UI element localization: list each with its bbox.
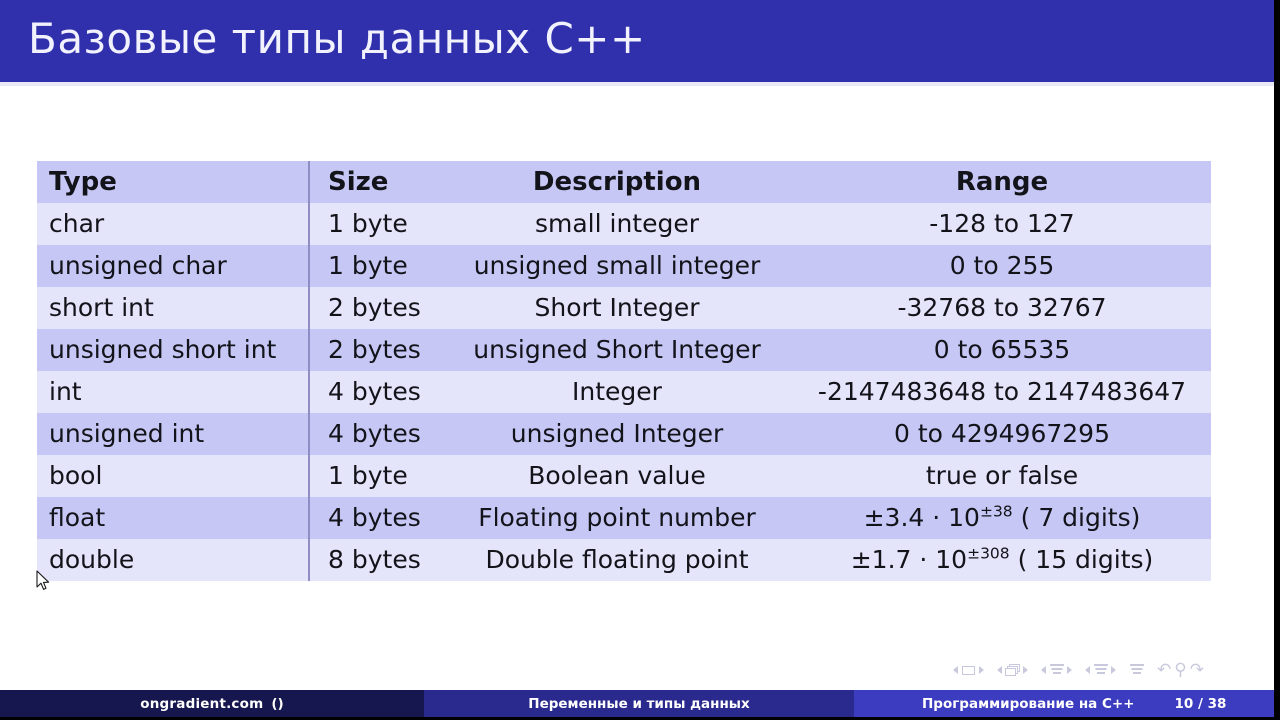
cell-size: 2 bytes: [309, 287, 441, 329]
previous-section-arrow-icon[interactable]: [1085, 666, 1091, 674]
cell-description: unsigned Short Integer: [441, 329, 793, 371]
cell-type: short int: [37, 287, 310, 329]
cell-range: true or false: [793, 455, 1211, 497]
footer-title-segment: Программирование на C++ 10 / 38: [854, 690, 1280, 717]
table-row: unsigned short int 2 bytes unsigned Shor…: [37, 329, 1211, 371]
subsection-icon[interactable]: [1049, 664, 1064, 676]
cell-range: -2147483648 to 2147483647: [793, 371, 1211, 413]
cell-description: Floating point number: [441, 497, 793, 539]
cell-size: 4 bytes: [309, 497, 441, 539]
footer-page-number: 10 / 38: [1174, 695, 1227, 712]
range-mantissa: ±1.7 · 10: [850, 545, 968, 574]
cell-range: 0 to 65535: [793, 329, 1211, 371]
cell-type: unsigned short int: [37, 329, 310, 371]
cell-description: unsigned small integer: [441, 245, 793, 287]
table-row: bool 1 byte Boolean value true or false: [37, 455, 1211, 497]
table-row: short int 2 bytes Short Integer -32768 t…: [37, 287, 1211, 329]
footer-author-institute: (): [271, 695, 284, 712]
cell-type: bool: [37, 455, 310, 497]
slide-icon[interactable]: [961, 664, 976, 676]
table-row: unsigned int 4 bytes unsigned Integer 0 …: [37, 413, 1211, 455]
cell-description: Short Integer: [441, 287, 793, 329]
subsection-navigation-group[interactable]: [1041, 664, 1073, 676]
footer-author-segment: ongradient.com (): [0, 690, 424, 717]
table-row: char 1 byte small integer -128 to 127: [37, 203, 1211, 245]
footer-section-segment: Переменные и типы данных: [424, 690, 854, 717]
cell-type: int: [37, 371, 310, 413]
next-section-arrow-icon[interactable]: [1111, 666, 1117, 674]
frame-navigation-group[interactable]: [997, 664, 1029, 676]
cell-type: unsigned int: [37, 413, 310, 455]
cell-size: 1 byte: [309, 245, 441, 287]
range-mantissa: ±3.4 · 10: [863, 503, 980, 532]
range-exponent: ±38: [979, 502, 1013, 521]
next-slide-arrow-icon[interactable]: [979, 666, 985, 674]
previous-slide-arrow-icon[interactable]: [953, 666, 959, 674]
title-underline: [0, 82, 1280, 86]
table-row: int 4 bytes Integer -2147483648 to 21474…: [37, 371, 1211, 413]
cell-range: -128 to 127: [793, 203, 1211, 245]
cell-description: Integer: [441, 371, 793, 413]
back-icon[interactable]: ↶: [1157, 662, 1171, 679]
footer-author-name: ongradient.com: [140, 695, 264, 712]
letterbox-right-border: [1274, 0, 1280, 720]
table-row: unsigned char 1 byte unsigned small inte…: [37, 245, 1211, 287]
previous-subsection-arrow-icon[interactable]: [1041, 666, 1047, 674]
footer-section-title: Переменные и типы данных: [528, 695, 750, 712]
column-header-type: Type: [37, 161, 310, 203]
forward-icon[interactable]: ↷: [1190, 662, 1204, 679]
previous-frame-arrow-icon[interactable]: [997, 666, 1003, 674]
frame-icon[interactable]: [1005, 664, 1021, 676]
page-title: Базовые типы данных C++: [28, 14, 646, 63]
cell-size: 4 bytes: [309, 413, 441, 455]
cell-type: char: [37, 203, 310, 245]
column-header-size: Size: [309, 161, 441, 203]
beamer-navigation-bar[interactable]: ↶ ⚲ ↷: [953, 662, 1204, 679]
history-navigation-group[interactable]: ↶ ⚲ ↷: [1157, 662, 1204, 679]
table-row: double 8 bytes Double floating point ±1.…: [37, 539, 1211, 581]
section-icon[interactable]: [1093, 664, 1108, 676]
cell-size: 1 byte: [309, 455, 441, 497]
presentation-slide: Базовые типы данных C++ Type Size Descri…: [0, 0, 1280, 720]
cell-range: -32768 to 32767: [793, 287, 1211, 329]
document-icon[interactable]: [1129, 664, 1144, 676]
column-header-range: Range: [793, 161, 1211, 203]
cell-type: unsigned char: [37, 245, 310, 287]
data-types-table: Type Size Description Range char 1 byte …: [37, 161, 1211, 581]
cell-range: 0 to 255: [793, 245, 1211, 287]
cell-description: unsigned Integer: [441, 413, 793, 455]
cell-type: double: [37, 539, 310, 581]
document-navigation-group[interactable]: [1129, 664, 1144, 676]
footer-talk-title: Программирование на C++: [922, 695, 1135, 712]
column-header-description: Description: [441, 161, 793, 203]
slide-title-bar: Базовые типы данных C++: [0, 0, 1280, 86]
range-suffix: ( 15 digits): [1009, 545, 1154, 574]
table-row: float 4 bytes Floating point number ±3.4…: [37, 497, 1211, 539]
cell-range: ±1.7 · 10±308 ( 15 digits): [793, 539, 1211, 581]
search-icon[interactable]: ⚲: [1174, 662, 1186, 679]
range-suffix: ( 7 digits): [1012, 503, 1141, 532]
range-exponent: ±308: [967, 544, 1010, 563]
cell-description: Boolean value: [441, 455, 793, 497]
cell-size: 8 bytes: [309, 539, 441, 581]
section-navigation-group[interactable]: [1085, 664, 1117, 676]
cell-size: 4 bytes: [309, 371, 441, 413]
slide-navigation-group[interactable]: [953, 664, 985, 676]
table-header-row: Type Size Description Range: [37, 161, 1211, 203]
next-subsection-arrow-icon[interactable]: [1067, 666, 1073, 674]
cell-type: float: [37, 497, 310, 539]
slide-footer: ongradient.com () Переменные и типы данн…: [0, 690, 1280, 717]
cell-range: 0 to 4294967295: [793, 413, 1211, 455]
cell-size: 1 byte: [309, 203, 441, 245]
next-frame-arrow-icon[interactable]: [1023, 666, 1029, 674]
cell-description: small integer: [441, 203, 793, 245]
cell-size: 2 bytes: [309, 329, 441, 371]
cell-description: Double floating point: [441, 539, 793, 581]
cell-range: ±3.4 · 10±38 ( 7 digits): [793, 497, 1211, 539]
